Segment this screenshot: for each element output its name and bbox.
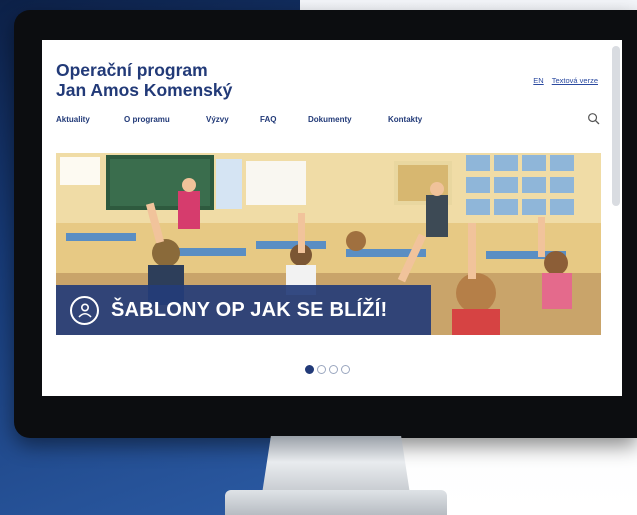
carousel-dot-2[interactable]	[317, 365, 326, 374]
browser-screen: Operační program Jan Amos Komenský EN Te…	[42, 40, 622, 396]
carousel-dot-4[interactable]	[341, 365, 350, 374]
carousel-dot-1[interactable]	[305, 365, 314, 374]
banner-caption: ŠABLONY OP JAK SE BLÍŽÍ!	[111, 298, 388, 321]
top-links: EN Textová verze	[533, 76, 598, 85]
site-logo[interactable]: Operační program Jan Amos Komenský	[56, 60, 232, 100]
hero-banner[interactable]: ŠABLONY OP JAK SE BLÍŽÍ!	[56, 153, 601, 335]
nav-item-aktuality[interactable]: Aktuality	[56, 115, 124, 124]
site-title-line2: Jan Amos Komenský	[56, 80, 233, 100]
text-version-link[interactable]: Textová verze	[552, 76, 598, 85]
nav-item-faq[interactable]: FAQ	[260, 115, 308, 124]
nav-item-vyzvy[interactable]: Výzvy	[206, 115, 260, 124]
banner-caption-bar: ŠABLONY OP JAK SE BLÍŽÍ!	[56, 285, 431, 335]
scrollbar[interactable]	[612, 46, 620, 206]
nav-item-o-programu[interactable]: O programu	[124, 115, 206, 124]
nav-item-kontakty[interactable]: Kontakty	[388, 115, 448, 124]
carousel-dots	[305, 365, 350, 374]
monitor-base	[225, 490, 447, 515]
monitor-stand	[262, 436, 410, 494]
language-link[interactable]: EN	[533, 76, 543, 85]
nav-item-dokumenty[interactable]: Dokumenty	[308, 115, 388, 124]
search-icon[interactable]	[587, 112, 600, 125]
site-title-line1: Operační program	[56, 60, 208, 80]
carousel-dot-3[interactable]	[329, 365, 338, 374]
user-circle-icon	[70, 295, 99, 325]
main-nav: Aktuality O programu Výzvy FAQ Dokumenty…	[56, 115, 448, 124]
